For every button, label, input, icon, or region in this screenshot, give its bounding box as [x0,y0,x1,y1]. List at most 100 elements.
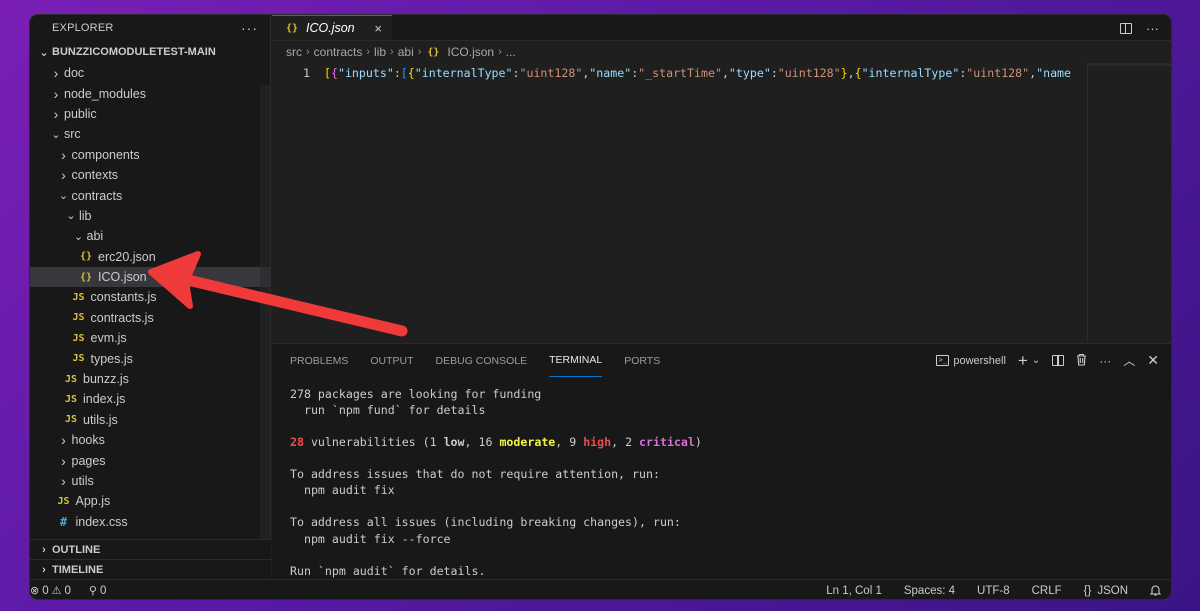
breadcrumb-item[interactable]: src [286,45,302,59]
folder-lib[interactable]: ⌄ lib [30,206,270,226]
terminal-selector[interactable]: >_ powershell [936,355,1006,367]
file-constants-js[interactable]: JS constants.js [30,287,270,307]
chevron-right-icon: › [53,105,59,122]
terminal-icon: >_ [936,355,950,366]
folder-hooks[interactable]: › hooks [30,430,270,450]
editor-tabbar: {} ICO.json × ··· [272,15,1171,41]
code-text[interactable]: [{"inputs":[{"internalType":"uint128","n… [324,66,1082,80]
timeline-section[interactable]: › TIMELINE [30,559,271,579]
tree-item-label: utils.js [83,412,118,427]
error-count: 0 [42,584,49,597]
terminal-line: npm audit fix [290,483,395,498]
split-editor-icon[interactable] [1120,22,1132,34]
tab-debug-console[interactable]: DEBUG CONSOLE [436,344,528,377]
tab-terminal[interactable]: TERMINAL [549,344,603,377]
file-bunzz-js[interactable]: JS bunzz.js [30,369,270,389]
workspace-root[interactable]: ⌄ BUNZZICOMODULETEST-MAIN [30,41,270,63]
tree-item-label: erc20.json [98,249,156,264]
tab-problems[interactable]: PROBLEMS [290,344,348,377]
chevron-right-icon: › [42,563,46,576]
json-file-icon: {} [79,251,93,263]
encoding[interactable]: UTF-8 [977,585,1010,597]
tree-item-label: bunzz.js [83,372,129,387]
close-icon[interactable]: × [374,21,382,36]
ports-status[interactable]: ⚲ 0 [89,584,107,598]
tab-ico-json[interactable]: {} ICO.json × [272,15,392,40]
chevron-right-icon: › [61,146,66,163]
tab-ports[interactable]: PORTS [624,344,660,377]
js-file-icon: JS [64,414,78,426]
file-erc20-json[interactable]: {} erc20.json [30,247,270,267]
minimap[interactable] [1087,63,1171,341]
tree-item-label: ICO.json [98,270,147,285]
chevron-down-icon[interactable]: ⌄ [1032,355,1040,366]
terminal-output[interactable]: 278 packages are looking for funding run… [272,377,1171,580]
tree-item-label: contexts [71,168,119,183]
folder-utils[interactable]: › utils [30,471,270,491]
terminal-line: run `npm fund` for details [290,403,486,418]
breadcrumb-item[interactable]: abi [398,45,414,59]
status-right: Ln 1, Col 1 Spaces: 4 UTF-8 CRLF {} JSON [826,580,1162,599]
outline-section[interactable]: › OUTLINE [30,539,271,559]
warning-count: 0 [64,584,71,597]
sidebar-scrollbar[interactable] [260,85,270,545]
ports-count: 0 [99,584,107,597]
js-file-icon: JS [64,373,78,385]
file-app-js[interactable]: JS App.js [30,491,270,511]
status-left: ⊗ 0 ⚠ 0 ⚲ 0 [30,584,107,598]
breadcrumb-item[interactable]: contracts [314,45,363,59]
breadcrumb-item[interactable]: ... [506,45,516,59]
file-ico-json[interactable]: {} ICO.json [30,266,270,288]
more-actions-icon[interactable]: ··· [1099,354,1111,368]
minimap-slider[interactable] [1088,63,1171,66]
js-file-icon: JS [72,353,85,365]
folder-doc[interactable]: › doc [30,63,270,83]
js-file-icon: JS [72,291,85,303]
indentation[interactable]: Spaces: 4 [904,585,955,597]
folder-contexts[interactable]: › contexts [30,165,270,185]
language-mode[interactable]: {} JSON [1084,585,1128,597]
tree-item-label: index.css [75,514,128,529]
folder-public[interactable]: › public [30,104,270,124]
folder-src[interactable]: ⌄ src [30,124,270,144]
folder-components[interactable]: › components [30,145,270,165]
end-of-line[interactable]: CRLF [1032,585,1062,597]
editor-area: {} ICO.json × ··· src › contracts › lib … [272,15,1171,341]
file-types-js[interactable]: JS types.js [30,348,270,368]
tree-item-label: public [64,106,97,121]
breadcrumb-item[interactable]: ICO.json [447,45,494,59]
folder-abi[interactable]: ⌄ abi [30,226,270,246]
vuln-moderate: moderate [499,435,556,450]
css-file-icon: # [59,514,68,529]
file-evm-js[interactable]: JS evm.js [30,328,270,348]
close-panel-icon[interactable]: ✕ [1147,352,1159,369]
new-terminal-icon[interactable]: + [1018,351,1028,371]
folder-node-modules[interactable]: › node_modules [30,83,270,103]
problems-status[interactable]: ⊗ 0 ⚠ 0 [30,584,71,598]
split-terminal-icon[interactable] [1052,355,1065,366]
terminal-line: To address issues that do not require at… [290,467,660,482]
js-file-icon: JS [72,312,85,324]
file-index-js[interactable]: JS index.js [30,389,270,409]
file-contracts-js[interactable]: JS contracts.js [30,308,270,328]
chevron-right-icon: › [390,46,394,58]
file-utils-js[interactable]: JS utils.js [30,410,270,430]
more-actions-icon[interactable]: ··· [1146,21,1159,36]
file-index-css[interactable]: # index.css [30,512,270,532]
code-line[interactable]: 1 [{"inputs":[{"internalType":"uint128",… [272,63,1171,82]
panel-actions: >_ powershell + ⌄ ··· ︿ ✕ [936,344,1159,377]
tree-item-label: abi [86,229,104,244]
outline-label: OUTLINE [52,543,101,556]
breadcrumb-item[interactable]: lib [374,45,386,59]
folder-pages[interactable]: › pages [30,450,270,470]
more-actions-icon[interactable]: ··· [241,20,258,36]
maximize-panel-icon[interactable]: ︿ [1123,352,1135,369]
bell-icon[interactable] [1149,584,1162,599]
trash-icon[interactable] [1076,353,1087,369]
folder-contracts[interactable]: ⌄ contracts [30,185,270,205]
vscode-window: EXPLORER ··· ⌄ BUNZZICOMODULETEST-MAIN ›… [29,14,1172,600]
chevron-down-icon: ⌄ [58,190,69,203]
cursor-position[interactable]: Ln 1, Col 1 [826,585,882,597]
tree-item-label: lib [79,208,92,223]
tab-output[interactable]: OUTPUT [370,344,413,377]
